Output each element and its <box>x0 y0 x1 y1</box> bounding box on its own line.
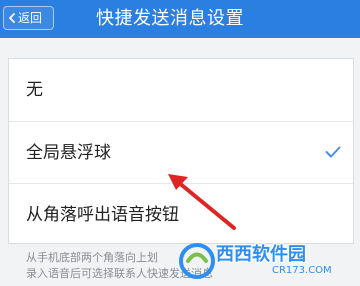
watermark-url: CR173.COM <box>272 265 332 276</box>
page-title: 快捷发送消息设置 <box>96 8 244 29</box>
watermark-brand: 西西软件园 <box>216 244 306 265</box>
option-label: 从角落呼出语音按钮 <box>26 205 179 225</box>
option-label: 无 <box>26 80 43 100</box>
chevron-left-icon <box>9 13 15 23</box>
back-label: 返回 <box>18 11 43 25</box>
annotation-arrow <box>168 174 236 230</box>
check-icon <box>325 146 341 158</box>
header-bar: 返回 快捷发送消息设置 <box>0 0 360 38</box>
option-none[interactable]: 无 <box>9 59 353 121</box>
option-label: 全局悬浮球 <box>26 143 111 163</box>
watermark-logo-icon <box>179 243 215 279</box>
hint-text-line1: 从手机底部两个角落向上划 <box>26 251 158 264</box>
watermark: 西西软件园 CR173.COM <box>176 238 356 284</box>
back-button[interactable]: 返回 <box>3 6 54 30</box>
